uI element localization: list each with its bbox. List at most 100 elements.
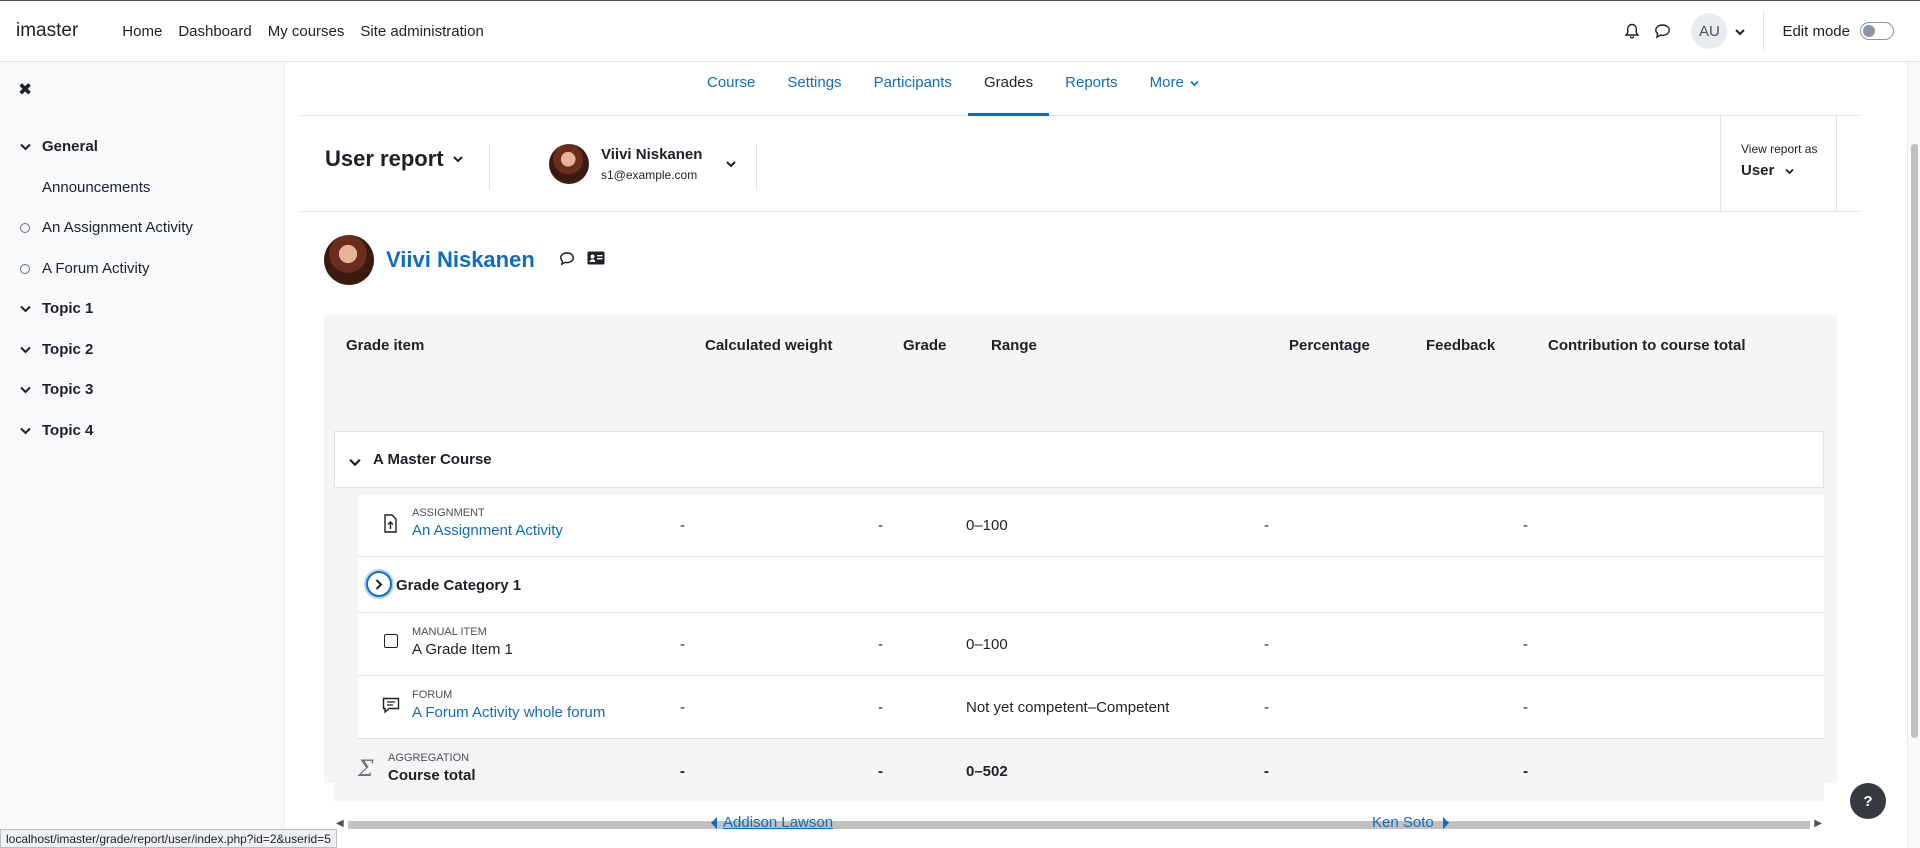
tab-course[interactable]: Course <box>691 62 771 116</box>
primary-nav: Home Dashboard My courses Site administr… <box>114 23 492 40</box>
sigma-aggregation-icon: Σ <box>358 757 374 782</box>
selected-user-name: Viivi Niskanen <box>601 146 703 163</box>
edit-mode-toggle[interactable] <box>1860 22 1894 40</box>
selected-user-email: s1@example.com <box>601 168 698 182</box>
sidebar-section-label: Topic 4 <box>42 422 94 439</box>
expand-chevron-right-icon[interactable] <box>366 571 392 597</box>
nav-dashboard[interactable]: Dashboard <box>170 23 259 40</box>
item-type: ASSIGNMENT <box>412 507 485 519</box>
calculated-weight: - <box>680 763 685 780</box>
previous-user-link[interactable]: Addison Lawson <box>711 814 833 831</box>
sidebar-section-topic-4[interactable]: Topic 4 <box>20 422 93 439</box>
site-brand[interactable]: imaster <box>16 20 78 42</box>
percentage-value: - <box>1264 636 1269 653</box>
chevron-down-icon[interactable] <box>20 300 34 317</box>
sidebar-section-label: Topic 2 <box>42 341 94 358</box>
tab-settings[interactable]: Settings <box>771 62 857 116</box>
navbar-divider <box>1763 11 1765 51</box>
col-calculated-weight: Calculated weight <box>705 337 833 354</box>
category-name: Grade Category 1 <box>396 577 522 594</box>
page-scrollbar-thumb[interactable] <box>1911 144 1918 738</box>
grade-item-link[interactable]: A Forum Activity whole forum <box>412 704 605 721</box>
completion-circle-icon <box>20 263 30 274</box>
scroll-right-arrow-icon[interactable]: ▶ <box>1814 818 1822 829</box>
caret-left-icon <box>711 816 717 829</box>
divider <box>489 144 490 190</box>
forum-icon <box>382 697 400 718</box>
collapse-chevron-down-icon[interactable] <box>349 454 361 471</box>
percentage-value: - <box>1264 699 1269 716</box>
sidebar-section-label: Topic 3 <box>42 381 94 398</box>
course-index-drawer: ✖ General Announcements An Assignment Ac… <box>0 62 285 848</box>
chevron-down-icon <box>1190 80 1199 87</box>
scroll-left-arrow-icon[interactable]: ◀ <box>336 818 344 829</box>
nav-home[interactable]: Home <box>114 23 170 40</box>
calculated-weight: - <box>680 517 685 534</box>
browser-status-url: localhost/imaster/grade/report/user/inde… <box>0 829 337 848</box>
table-horizontal-scrollbar[interactable]: ◀ ▶ <box>334 818 1824 832</box>
caret-right-icon <box>1442 816 1449 829</box>
sidebar-item-label: Announcements <box>42 179 151 196</box>
view-report-as-value-text: User <box>1741 162 1775 179</box>
tab-more-label: More <box>1149 74 1184 91</box>
tab-more[interactable]: More <box>1134 62 1215 116</box>
messages-bubble-icon[interactable] <box>1647 16 1677 46</box>
divider <box>756 144 757 190</box>
chevron-down-icon[interactable] <box>20 138 34 155</box>
sidebar-section-label: General <box>42 138 98 155</box>
contribution-value: - <box>1523 699 1528 716</box>
chevron-down-icon[interactable] <box>20 381 34 398</box>
tab-grades[interactable]: Grades <box>967 62 1050 116</box>
sidebar-item-forum-activity[interactable]: A Forum Activity <box>20 260 150 277</box>
tab-reports[interactable]: Reports <box>1049 62 1134 116</box>
user-profile-link[interactable]: Viivi Niskanen <box>386 247 535 273</box>
sidebar-item-label: A Forum Activity <box>42 260 150 277</box>
sidebar-section-topic-1[interactable]: Topic 1 <box>20 300 93 317</box>
percentage-value: - <box>1264 763 1269 780</box>
course-secondary-nav: Course Settings Participants Grades Repo… <box>301 62 1861 116</box>
chevron-down-icon <box>1784 168 1794 175</box>
user-photo-large <box>324 235 374 285</box>
tab-participants[interactable]: Participants <box>858 62 968 116</box>
scrollbar-thumb[interactable] <box>348 821 1810 829</box>
page-vertical-scrollbar[interactable] <box>1907 62 1920 848</box>
nav-my-courses[interactable]: My courses <box>260 23 353 40</box>
chevron-down-icon[interactable] <box>20 341 34 358</box>
contact-card-icon[interactable] <box>587 251 605 269</box>
sidebar-section-topic-2[interactable]: Topic 2 <box>20 341 93 358</box>
report-selector[interactable]: User report <box>325 146 463 172</box>
sidebar-section-topic-3[interactable]: Topic 3 <box>20 381 93 398</box>
chevron-down-icon[interactable] <box>20 422 34 439</box>
next-user-name: Ken Soto <box>1372 814 1434 831</box>
grade-item-link[interactable]: An Assignment Activity <box>412 522 563 539</box>
next-user-link[interactable]: Ken Soto <box>1372 814 1449 831</box>
category-row-course: A Master Course <box>334 431 1824 488</box>
range-value: Not yet competent–Competent <box>966 699 1170 716</box>
contribution-value: - <box>1523 763 1528 780</box>
view-report-as-selector[interactable]: View report as User <box>1720 116 1837 212</box>
grade-row-manual-item: MANUAL ITEM A Grade Item 1 - - 0–100 - - <box>358 613 1824 676</box>
col-range: Range <box>991 337 1037 354</box>
message-bubble-icon[interactable] <box>559 251 575 270</box>
close-drawer-icon[interactable]: ✖ <box>18 80 32 100</box>
user-heading: Viivi Niskanen <box>324 235 605 285</box>
manual-item-icon <box>384 634 398 648</box>
sidebar-section-general[interactable]: General <box>20 138 98 155</box>
grade-row-assignment: ASSIGNMENT An Assignment Activity - - 0–… <box>358 495 1824 557</box>
user-selector[interactable]: Viivi Niskanen s1@example.com <box>549 144 737 184</box>
help-button[interactable]: ? <box>1850 783 1886 819</box>
grade-row-forum: FORUM A Forum Activity whole forum - - N… <box>358 676 1824 739</box>
completion-circle-icon <box>20 222 30 233</box>
nav-site-administration[interactable]: Site administration <box>352 23 491 40</box>
range-value: 0–100 <box>966 636 1008 653</box>
contribution-value: - <box>1523 636 1528 653</box>
edit-mode-label: Edit mode <box>1782 22 1850 40</box>
sidebar-item-announcements[interactable]: Announcements <box>42 179 150 196</box>
sidebar-item-assignment-activity[interactable]: An Assignment Activity <box>20 219 193 236</box>
col-feedback: Feedback <box>1426 337 1496 354</box>
category-name: A Master Course <box>373 451 492 468</box>
user-avatar[interactable]: AU <box>1691 13 1728 49</box>
user-menu-chevron-down-icon[interactable] <box>1735 23 1746 40</box>
notifications-bell-icon[interactable] <box>1617 16 1647 46</box>
report-title: User report <box>325 146 444 171</box>
